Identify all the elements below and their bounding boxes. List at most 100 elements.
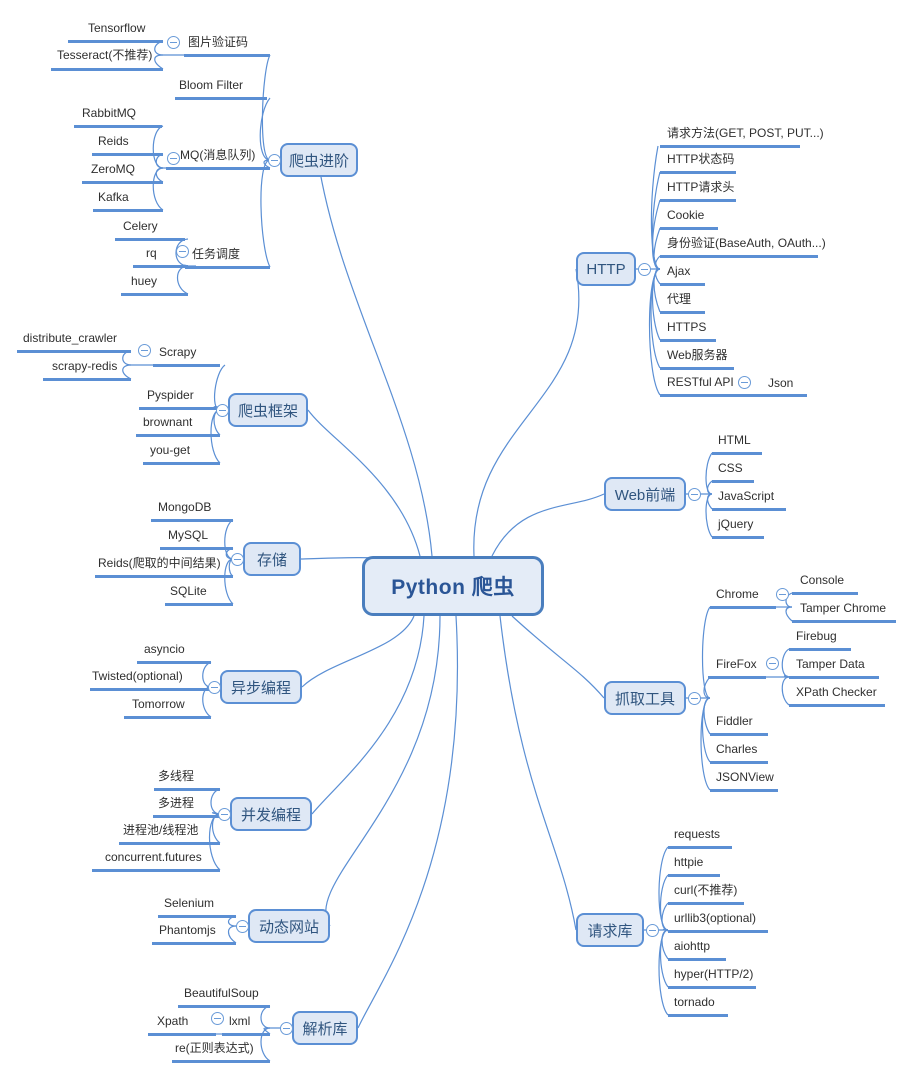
leaf-pool[interactable]: 进程池/线程池 bbox=[123, 823, 198, 837]
leaf-hyper[interactable]: hyper(HTTP/2) bbox=[674, 967, 753, 981]
leaf-asyncio[interactable]: asyncio bbox=[144, 642, 185, 656]
leaf-tamper-chrome[interactable]: Tamper Chrome bbox=[800, 601, 886, 615]
leaf-ajax[interactable]: Ajax bbox=[667, 264, 690, 278]
leaf-xpath-checker[interactable]: XPath Checker bbox=[796, 685, 877, 699]
leaf-beautifulsoup[interactable]: BeautifulSoup bbox=[184, 986, 259, 1000]
leaf-selenium[interactable]: Selenium bbox=[164, 896, 214, 910]
branch-node-crawler-advanced[interactable]: 爬虫进阶 bbox=[280, 143, 358, 177]
collapse-toggle-icon[interactable] bbox=[218, 808, 231, 821]
leaf-sqlite[interactable]: SQLite bbox=[170, 584, 207, 598]
leaf-tesseract[interactable]: Tesseract(不推荐) bbox=[57, 48, 152, 62]
leaf-scrapy[interactable]: Scrapy bbox=[159, 345, 196, 359]
branch-node-request-library[interactable]: 请求库 bbox=[576, 913, 644, 947]
leaf-restful-api[interactable]: RESTful API bbox=[667, 375, 734, 389]
leaf-charles[interactable]: Charles bbox=[716, 742, 757, 756]
collapse-toggle-icon[interactable] bbox=[231, 553, 244, 566]
collapse-toggle-icon[interactable] bbox=[216, 404, 229, 417]
leaf-distribute-crawler[interactable]: distribute_crawler bbox=[23, 331, 117, 345]
leaf-scrapy-redis[interactable]: scrapy-redis bbox=[52, 359, 117, 373]
leaf-mq[interactable]: MQ(消息队列) bbox=[180, 148, 255, 162]
leaf-twisted[interactable]: Twisted(optional) bbox=[92, 669, 183, 683]
leaf-http-headers[interactable]: HTTP请求头 bbox=[667, 180, 734, 194]
leaf-request-methods[interactable]: 请求方法(GET, POST, PUT...) bbox=[667, 126, 824, 140]
collapse-toggle-icon[interactable] bbox=[646, 924, 659, 937]
leaf-html[interactable]: HTML bbox=[718, 433, 751, 447]
leaf-celery[interactable]: Celery bbox=[123, 219, 158, 233]
leaf-firebug[interactable]: Firebug bbox=[796, 629, 837, 643]
collapse-toggle-icon[interactable] bbox=[280, 1022, 293, 1035]
leaf-chrome[interactable]: Chrome bbox=[716, 587, 759, 601]
leaf-reids[interactable]: Reids bbox=[98, 134, 129, 148]
leaf-cookie[interactable]: Cookie bbox=[667, 208, 704, 222]
leaf-brownant[interactable]: brownant bbox=[143, 415, 192, 429]
toggle-lxml-icon[interactable] bbox=[211, 1012, 224, 1025]
collapse-toggle-icon[interactable] bbox=[236, 920, 249, 933]
branch-node-storage[interactable]: 存储 bbox=[243, 542, 301, 576]
leaf-jsonview[interactable]: JSONView bbox=[716, 770, 774, 784]
leaf-rq[interactable]: rq bbox=[146, 246, 157, 260]
collapse-toggle-icon[interactable] bbox=[688, 692, 701, 705]
toggle-mq-icon[interactable] bbox=[167, 152, 180, 165]
collapse-toggle-icon[interactable] bbox=[638, 263, 651, 276]
leaf-requests[interactable]: requests bbox=[674, 827, 720, 841]
leaf-javascript[interactable]: JavaScript bbox=[718, 489, 774, 503]
branch-node-parsing-library[interactable]: 解析库 bbox=[292, 1011, 358, 1045]
leaf-you-get[interactable]: you-get bbox=[150, 443, 190, 457]
toggle-chrome-icon[interactable] bbox=[776, 588, 789, 601]
leaf-mysql[interactable]: MySQL bbox=[168, 528, 208, 542]
leaf-tomorrow[interactable]: Tomorrow bbox=[132, 697, 185, 711]
leaf-web-server[interactable]: Web服务器 bbox=[667, 348, 727, 362]
leaf-reids-mid[interactable]: Reids(爬取的中间结果) bbox=[98, 556, 221, 570]
branch-node-web-frontend[interactable]: Web前端 bbox=[604, 477, 686, 511]
toggle-image-captcha-icon[interactable] bbox=[167, 36, 180, 49]
toggle-firefox-icon[interactable] bbox=[766, 657, 779, 670]
collapse-toggle-icon[interactable] bbox=[208, 681, 221, 694]
leaf-image-captcha[interactable]: 图片验证码 bbox=[188, 35, 248, 49]
leaf-tornado[interactable]: tornado bbox=[674, 995, 715, 1009]
leaf-rabbitmq[interactable]: RabbitMQ bbox=[82, 106, 136, 120]
collapse-toggle-icon[interactable] bbox=[268, 154, 281, 167]
leaf-pyspider[interactable]: Pyspider bbox=[147, 388, 194, 402]
toggle-scrapy-icon[interactable] bbox=[138, 344, 151, 357]
leaf-json[interactable]: Json bbox=[768, 376, 793, 390]
leaf-kafka[interactable]: Kafka bbox=[98, 190, 129, 204]
leaf-urllib3[interactable]: urllib3(optional) bbox=[674, 911, 756, 925]
leaf-console[interactable]: Console bbox=[800, 573, 844, 587]
leaf-phantomjs[interactable]: Phantomjs bbox=[159, 923, 216, 937]
branch-node-capture-tools[interactable]: 抓取工具 bbox=[604, 681, 686, 715]
leaf-zeromq[interactable]: ZeroMQ bbox=[91, 162, 135, 176]
leaf-re[interactable]: re(正则表达式) bbox=[175, 1041, 254, 1055]
leaf-bloom-filter[interactable]: Bloom Filter bbox=[179, 78, 243, 92]
leaf-concurrent-futures[interactable]: concurrent.futures bbox=[105, 850, 202, 864]
leaf-curl[interactable]: curl(不推荐) bbox=[674, 883, 737, 897]
leaf-huey[interactable]: huey bbox=[131, 274, 157, 288]
leaf-multiprocess[interactable]: 多进程 bbox=[158, 796, 194, 810]
leaf-xpath[interactable]: Xpath bbox=[157, 1014, 188, 1028]
leaf-http-status[interactable]: HTTP状态码 bbox=[667, 152, 734, 166]
leaf-lxml[interactable]: lxml bbox=[229, 1014, 250, 1028]
leaf-https[interactable]: HTTPS bbox=[667, 320, 706, 334]
leaf-tamper-data[interactable]: Tamper Data bbox=[796, 657, 865, 671]
collapse-toggle-icon[interactable] bbox=[688, 488, 701, 501]
root-node[interactable]: Python 爬虫 bbox=[362, 556, 544, 616]
branch-node-http[interactable]: HTTP bbox=[576, 252, 636, 286]
branch-node-dynamic-website[interactable]: 动态网站 bbox=[248, 909, 330, 943]
leaf-task-schedule[interactable]: 任务调度 bbox=[192, 247, 240, 261]
toggle-task-schedule-icon[interactable] bbox=[176, 245, 189, 258]
toggle-restful-icon[interactable] bbox=[738, 376, 751, 389]
leaf-httpie[interactable]: httpie bbox=[674, 855, 703, 869]
leaf-multithread[interactable]: 多线程 bbox=[158, 769, 194, 783]
leaf-proxy[interactable]: 代理 bbox=[667, 292, 691, 306]
branch-node-crawler-framework[interactable]: 爬虫框架 bbox=[228, 393, 308, 427]
leaf-aiohttp[interactable]: aiohttp bbox=[674, 939, 710, 953]
leaf-firefox[interactable]: FireFox bbox=[716, 657, 757, 671]
leaf-underline-bar bbox=[148, 1033, 216, 1036]
leaf-jquery[interactable]: jQuery bbox=[718, 517, 753, 531]
branch-node-async-programming[interactable]: 异步编程 bbox=[220, 670, 302, 704]
leaf-fiddler[interactable]: Fiddler bbox=[716, 714, 753, 728]
leaf-auth[interactable]: 身份验证(BaseAuth, OAuth...) bbox=[667, 236, 826, 250]
branch-node-concurrent-programming[interactable]: 并发编程 bbox=[230, 797, 312, 831]
leaf-mongodb[interactable]: MongoDB bbox=[158, 500, 211, 514]
leaf-tensorflow[interactable]: Tensorflow bbox=[88, 21, 145, 35]
leaf-css[interactable]: CSS bbox=[718, 461, 743, 475]
